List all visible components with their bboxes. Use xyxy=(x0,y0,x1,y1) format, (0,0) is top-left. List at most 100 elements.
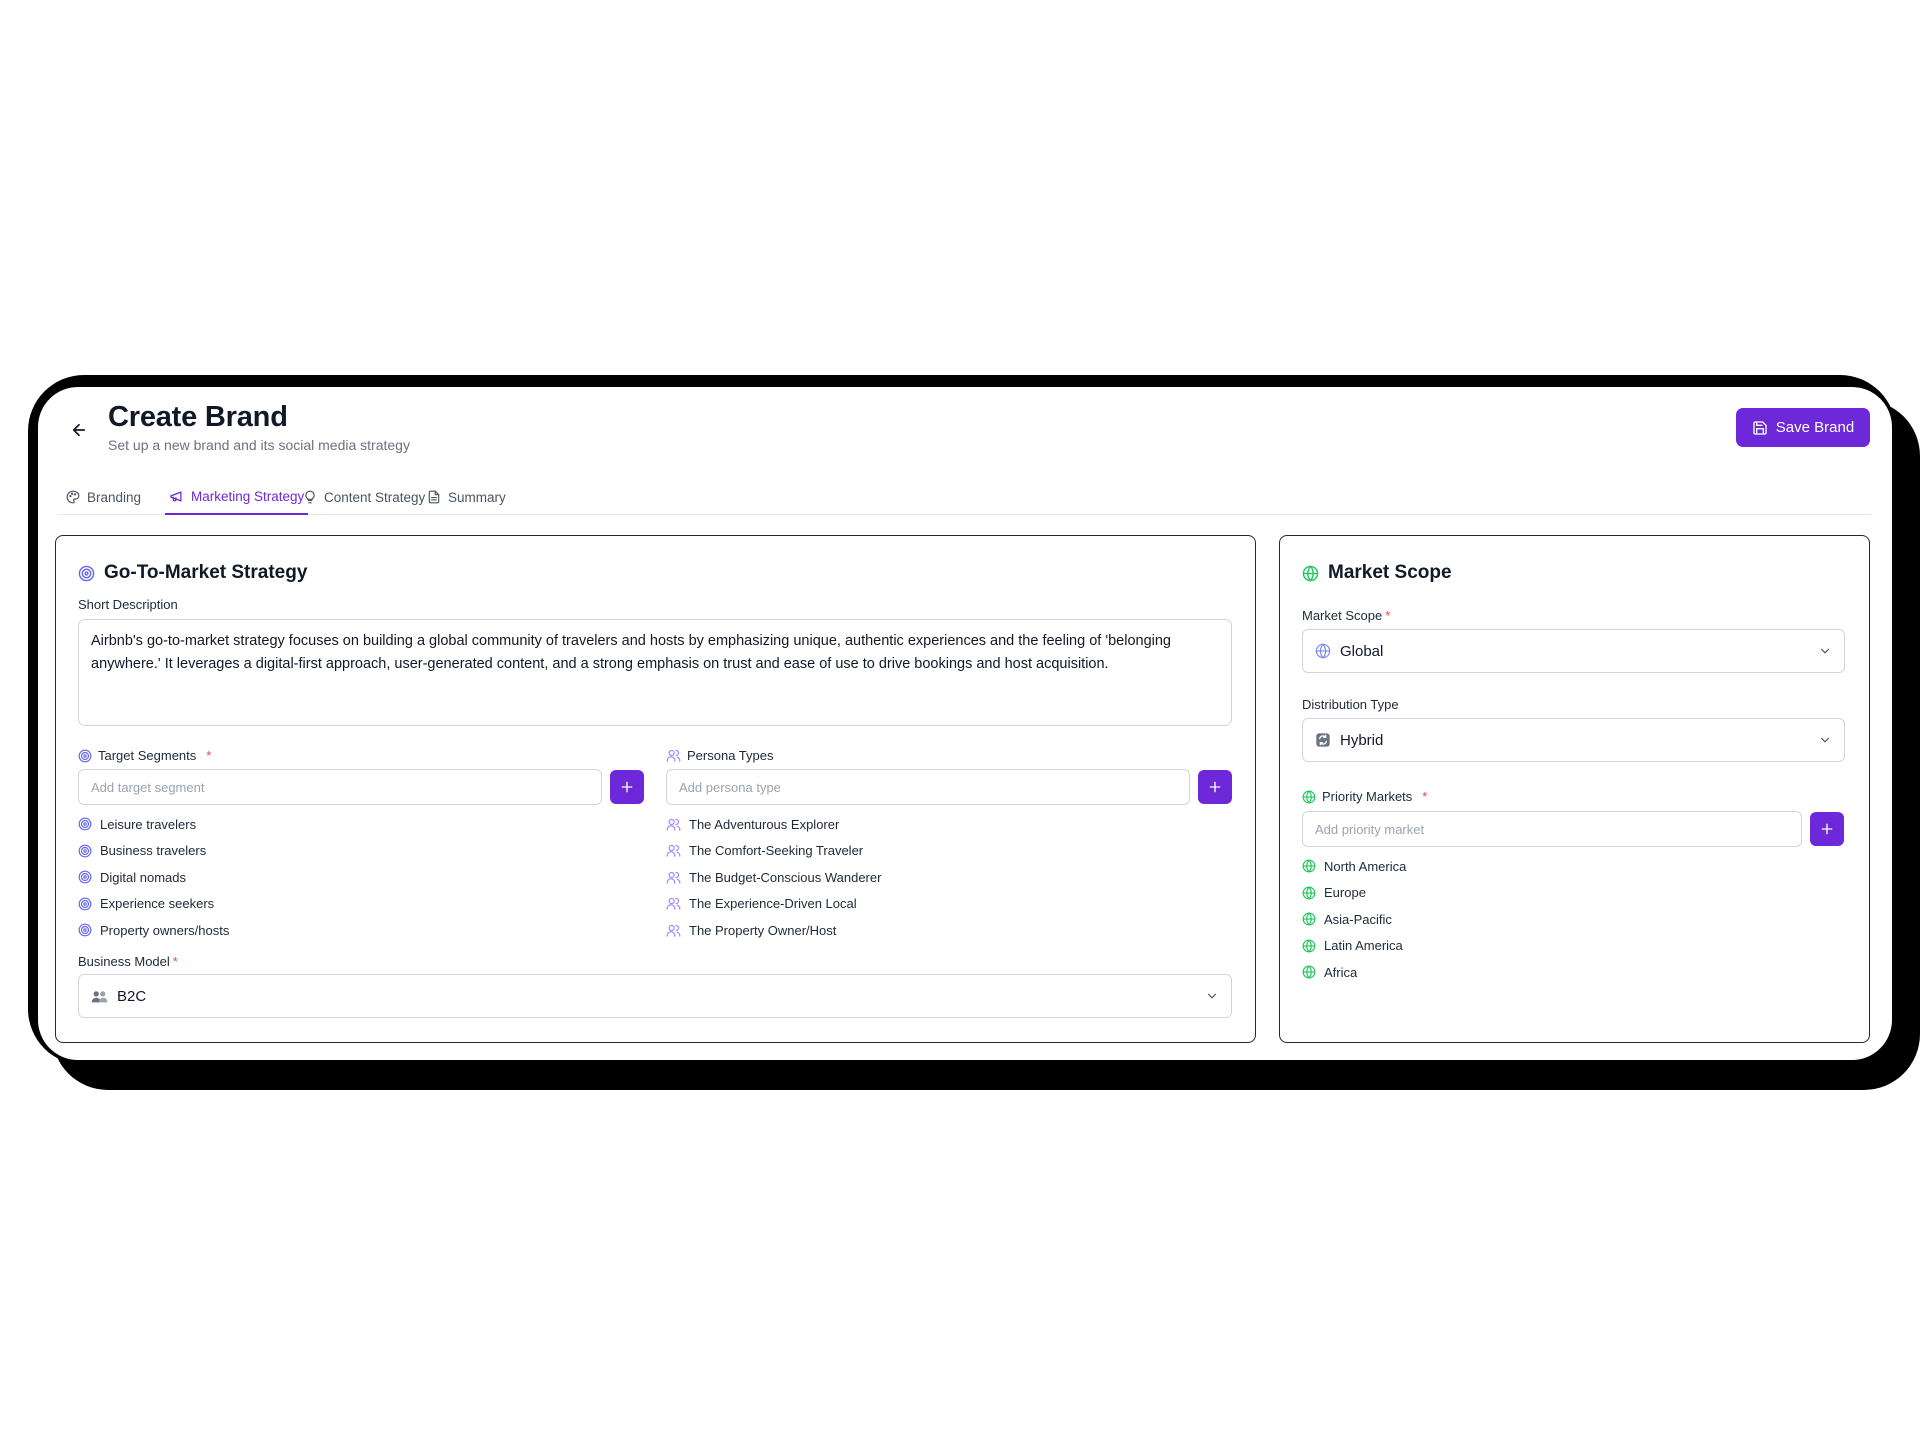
priority-markets-list: North America Europe Asia-Pacific Latin … xyxy=(1302,853,1406,986)
market-scope-label: Market Scope * xyxy=(1302,608,1390,623)
hybrid-icon xyxy=(1315,732,1331,748)
globe-icon xyxy=(1302,886,1316,900)
list-item-text: Property owners/hosts xyxy=(100,922,230,938)
target-icon xyxy=(78,817,92,831)
plus-icon xyxy=(1207,779,1223,795)
people-icon xyxy=(91,989,108,1004)
target-segment-input[interactable] xyxy=(78,769,602,805)
priority-market-input[interactable] xyxy=(1302,811,1802,847)
distribution-type-label: Distribution Type xyxy=(1302,697,1399,712)
persona-types-list: The Adventurous Explorer The Comfort-See… xyxy=(666,811,881,944)
list-item-text: The Experience-Driven Local xyxy=(689,896,857,912)
list-item: Asia-Pacific xyxy=(1302,906,1406,933)
page-title: Create Brand xyxy=(108,401,288,433)
arrow-left-icon xyxy=(70,421,88,439)
globe-icon xyxy=(1302,789,1316,804)
users-icon xyxy=(666,896,681,911)
market-scope-select[interactable]: Global xyxy=(1302,629,1845,673)
target-icon xyxy=(78,844,92,858)
add-priority-market-button[interactable] xyxy=(1810,812,1844,846)
list-item: Africa xyxy=(1302,959,1406,986)
chevron-down-icon xyxy=(1205,989,1219,1003)
list-item-text: North America xyxy=(1324,858,1407,874)
tab-bar: Branding Marketing Strategy Content Stra… xyxy=(58,479,1871,515)
tab-marketing-strategy-label: Marketing Strategy xyxy=(191,488,305,504)
save-brand-label: Save Brand xyxy=(1775,419,1855,436)
market-scope-value: Global xyxy=(1340,642,1384,660)
list-item-text: Europe xyxy=(1324,885,1366,901)
priority-markets-label-text: Priority Markets xyxy=(1322,789,1413,804)
short-description-textarea[interactable]: Airbnb's go-to-market strategy focuses o… xyxy=(78,619,1232,726)
chevron-down-icon xyxy=(1818,644,1832,658)
add-persona-type-button[interactable] xyxy=(1198,770,1232,804)
required-marker: * xyxy=(1422,789,1428,804)
list-item-text: The Comfort-Seeking Traveler xyxy=(689,843,864,859)
list-item: Business travelers xyxy=(78,838,229,865)
page-header: Create Brand Set up a new brand and its … xyxy=(38,387,1892,467)
market-scope-title-text: Market Scope xyxy=(1328,562,1452,583)
page-subtitle: Set up a new brand and its social media … xyxy=(108,437,410,453)
list-item: Property owners/hosts xyxy=(78,917,229,944)
list-item-text: Digital nomads xyxy=(100,869,186,885)
list-item: The Comfort-Seeking Traveler xyxy=(666,838,881,865)
gtm-title: Go-To-Market Strategy xyxy=(78,562,307,584)
plus-icon xyxy=(619,779,635,795)
persona-type-input[interactable] xyxy=(666,769,1190,805)
market-scope-label-text: Market Scope xyxy=(1302,608,1383,623)
required-marker: * xyxy=(206,748,212,763)
back-button[interactable] xyxy=(62,413,96,447)
list-item-text: Africa xyxy=(1324,964,1358,980)
gtm-title-text: Go-To-Market Strategy xyxy=(104,562,308,583)
globe-icon xyxy=(1302,912,1316,926)
tab-summary-label: Summary xyxy=(448,489,506,505)
tab-content-strategy[interactable]: Content Strategy xyxy=(303,479,425,515)
priority-markets-label: Priority Markets * xyxy=(1302,789,1427,804)
save-brand-button[interactable]: Save Brand xyxy=(1736,408,1870,447)
list-item: Leisure travelers xyxy=(78,811,229,838)
users-icon xyxy=(666,817,681,832)
business-model-value: B2C xyxy=(117,987,147,1005)
lightbulb-icon xyxy=(303,490,317,504)
chevron-down-icon xyxy=(1818,733,1832,747)
persona-types-label: Persona Types xyxy=(666,748,773,763)
list-item: The Budget-Conscious Wanderer xyxy=(666,864,881,891)
tab-content-strategy-label: Content Strategy xyxy=(324,489,426,505)
required-marker: * xyxy=(1385,608,1391,623)
users-icon xyxy=(666,748,681,763)
save-icon xyxy=(1752,420,1768,436)
business-model-select[interactable]: B2C xyxy=(78,974,1232,1018)
palette-icon xyxy=(66,490,80,504)
list-item-text: The Adventurous Explorer xyxy=(689,816,840,832)
list-item-text: Leisure travelers xyxy=(100,816,197,832)
list-item: The Experience-Driven Local xyxy=(666,891,881,918)
target-icon xyxy=(78,870,92,884)
distribution-type-select[interactable]: Hybrid xyxy=(1302,718,1845,762)
distribution-type-value: Hybrid xyxy=(1340,731,1384,749)
list-item-text: Business travelers xyxy=(100,843,207,859)
list-item-text: Latin America xyxy=(1324,938,1403,954)
target-icon xyxy=(78,923,92,937)
tab-marketing-strategy[interactable]: Marketing Strategy xyxy=(165,479,309,515)
tab-summary[interactable]: Summary xyxy=(427,479,506,515)
add-target-segment-button[interactable] xyxy=(610,770,644,804)
list-item: The Property Owner/Host xyxy=(666,917,881,944)
list-item: Latin America xyxy=(1302,933,1406,960)
megaphone-icon xyxy=(169,489,184,504)
target-segments-label-text: Target Segments xyxy=(98,748,197,763)
list-item-text: The Budget-Conscious Wanderer xyxy=(689,869,882,885)
tab-branding-label: Branding xyxy=(87,489,142,505)
target-segments-label: Target Segments * xyxy=(78,748,211,763)
target-segments-list: Leisure travelers Business travelers Dig… xyxy=(78,811,229,944)
globe-icon xyxy=(1302,564,1319,582)
document-icon xyxy=(427,490,441,504)
globe-icon xyxy=(1315,643,1331,659)
list-item-text: Experience seekers xyxy=(100,896,215,912)
list-item: Experience seekers xyxy=(78,891,229,918)
app-window: Create Brand Set up a new brand and its … xyxy=(38,387,1892,1060)
tab-branding[interactable]: Branding xyxy=(66,479,141,515)
users-icon xyxy=(666,870,681,885)
persona-types-label-text: Persona Types xyxy=(687,748,774,763)
business-model-label-text: Business Model xyxy=(78,954,170,969)
go-to-market-card: Go-To-Market Strategy Short Description … xyxy=(55,535,1256,1043)
list-item-text: Asia-Pacific xyxy=(1324,911,1392,927)
